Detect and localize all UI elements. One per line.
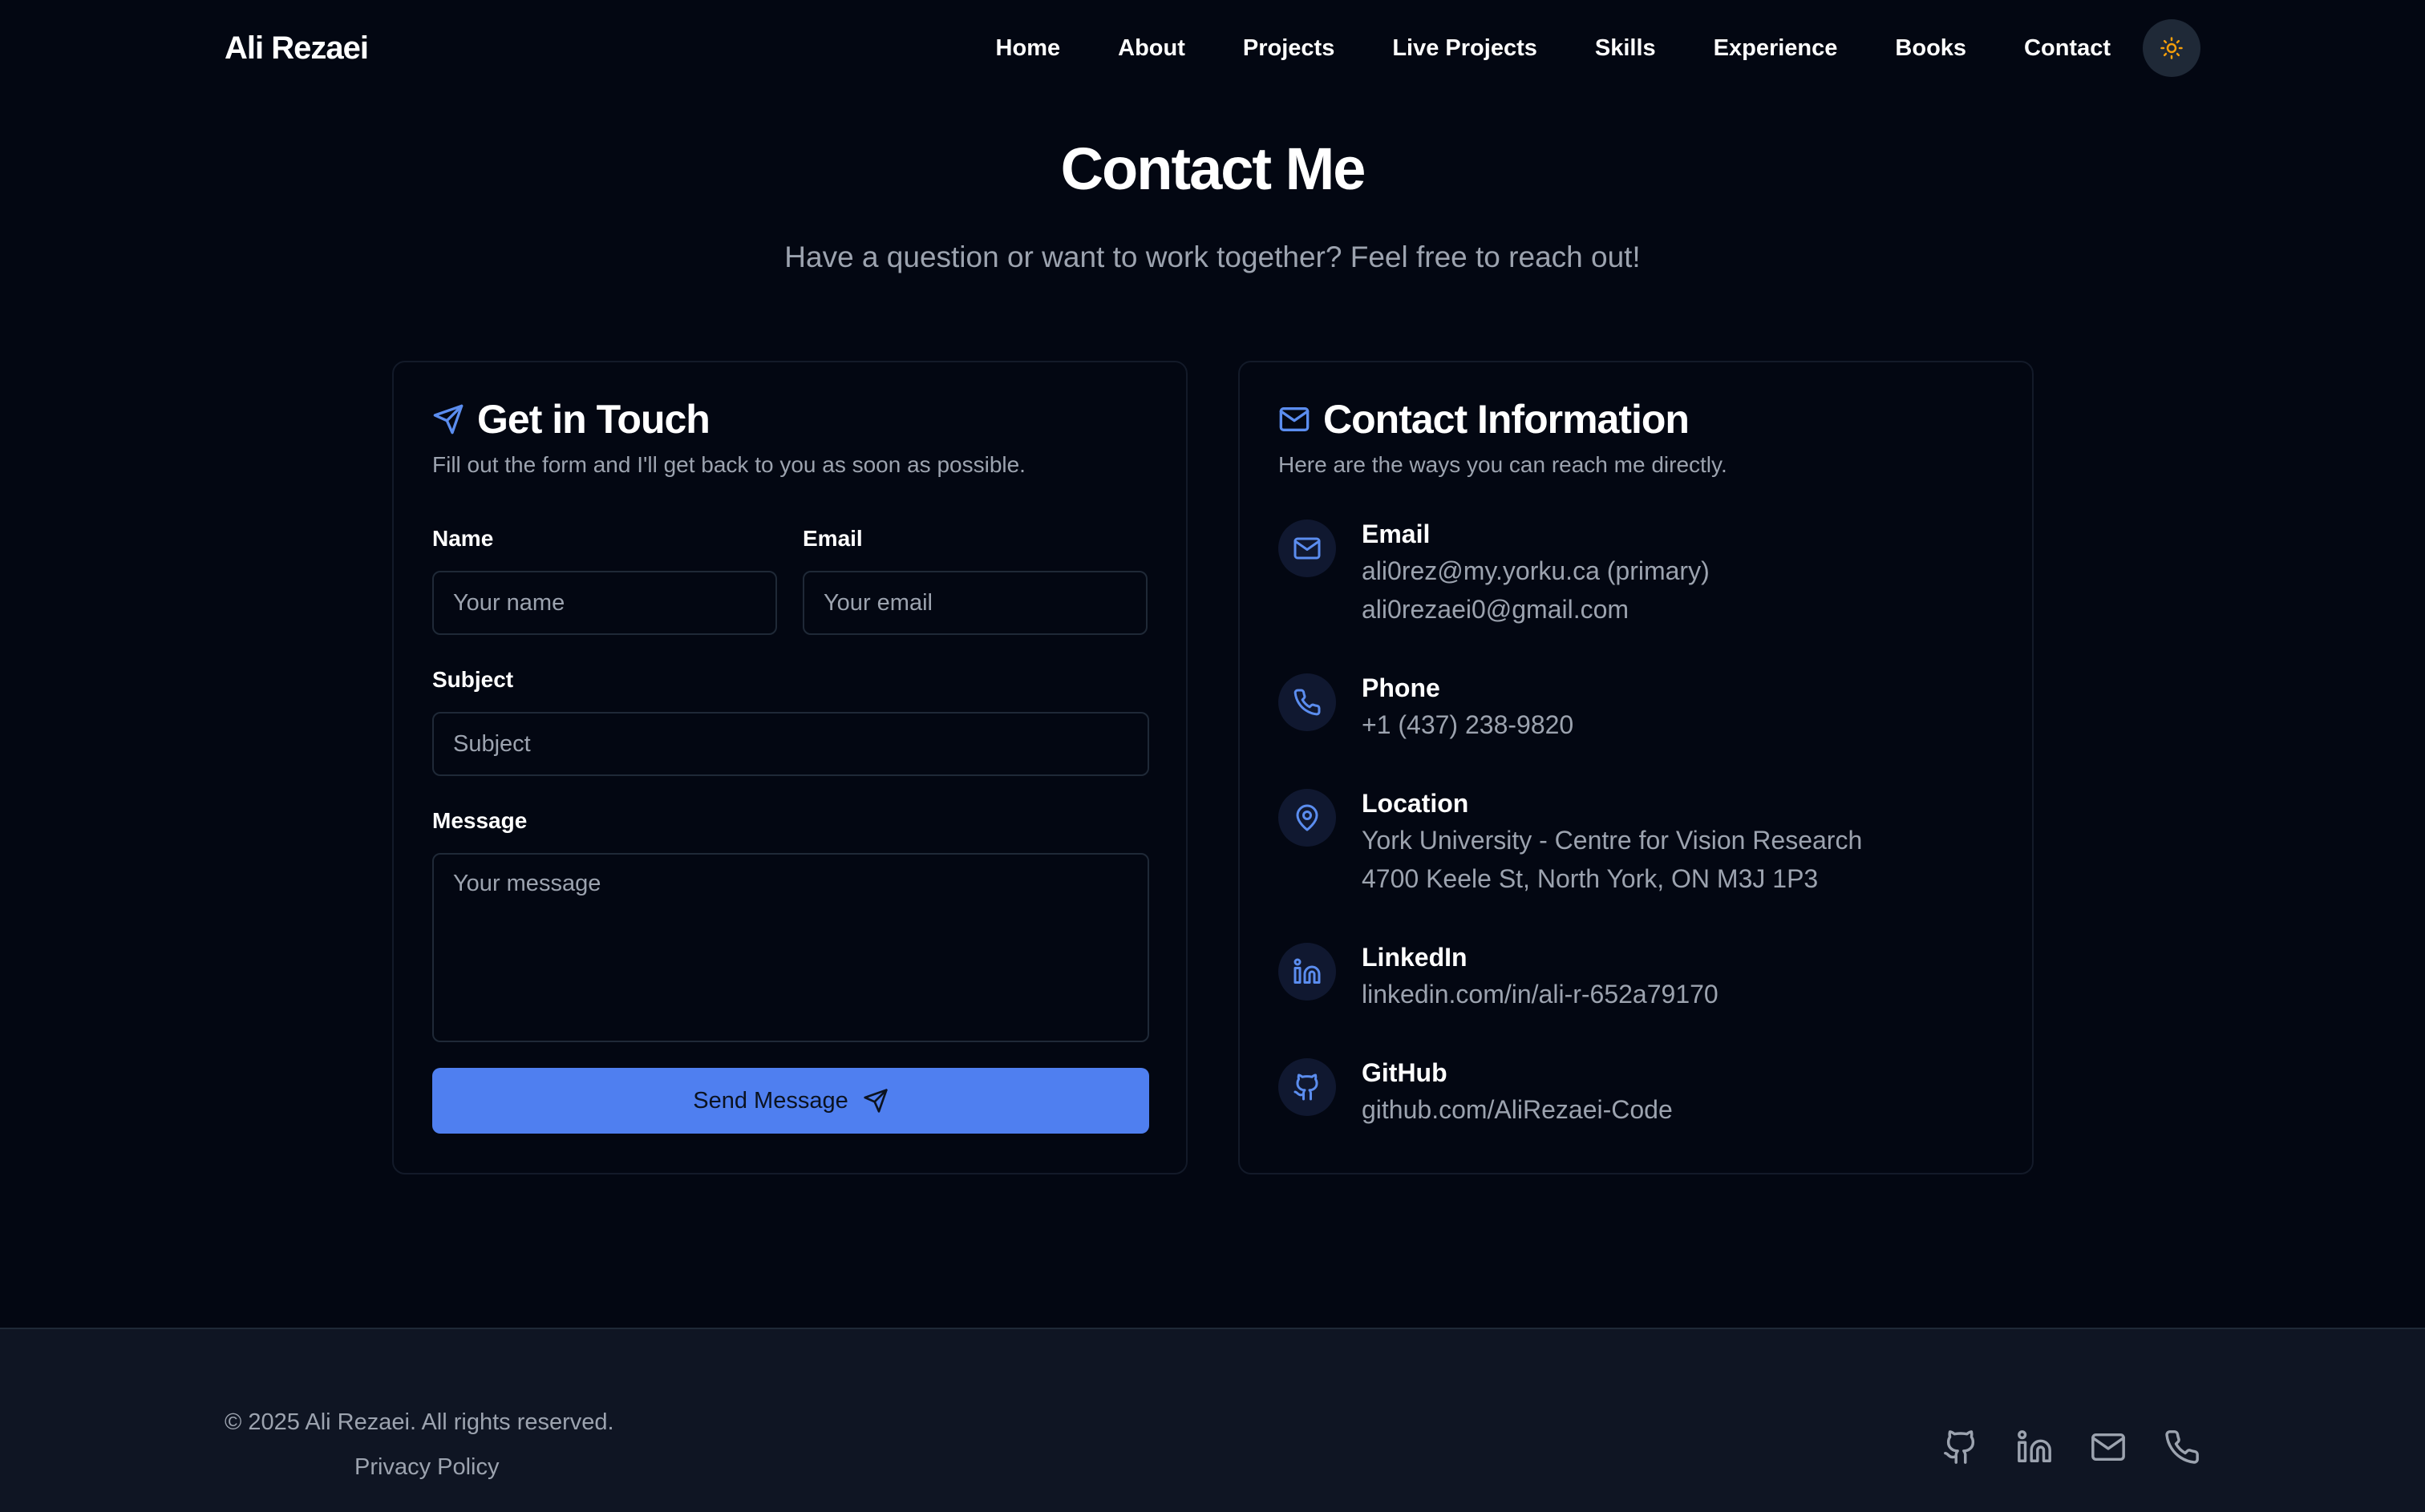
info-email-primary[interactable]: ali0rez@my.yorku.ca (primary): [1362, 552, 1710, 590]
footer-social-links: [1905, 1429, 2200, 1466]
subject-input[interactable]: [432, 712, 1149, 776]
copyright-text: © 2025 Ali Rezaei. All rights reserved.: [225, 1409, 614, 1435]
nav-contact[interactable]: Contact: [2024, 35, 2111, 62]
map-pin-icon: [1278, 789, 1336, 847]
info-location-title: Location: [1362, 789, 1469, 818]
email-input[interactable]: [803, 571, 1148, 635]
form-card-header: Get in Touch: [432, 396, 710, 443]
info-linkedin-title: LinkedIn: [1362, 943, 1468, 972]
nav-experience[interactable]: Experience: [1714, 35, 1838, 62]
github-icon: [1278, 1058, 1336, 1116]
info-item-linkedin: LinkedIn linkedin.com/in/ali-r-652a79170: [1278, 943, 1719, 1013]
main-nav: Home About Projects Live Projects Skills…: [996, 35, 2111, 62]
sun-icon: [2160, 36, 2184, 60]
site-header: Ali Rezaei Home About Projects Live Proj…: [0, 0, 2425, 96]
linkedin-icon[interactable]: [2016, 1429, 2053, 1466]
theme-toggle-button[interactable]: [2143, 19, 2200, 77]
info-phone-title: Phone: [1362, 673, 1440, 702]
contact-page: Ali Rezaei Home About Projects Live Proj…: [0, 0, 2425, 1512]
info-email-secondary[interactable]: ali0rezaei0@gmail.com: [1362, 590, 1710, 629]
info-location-line2: 4700 Keele St, North York, ON M3J 1P3: [1362, 864, 1819, 893]
contact-info-card: Contact Information Here are the ways yo…: [1238, 361, 2034, 1174]
info-card-header: Contact Information: [1278, 396, 1690, 443]
subject-label: Subject: [432, 667, 514, 692]
mail-icon: [1278, 519, 1336, 577]
info-item-email: Email ali0rez@my.yorku.ca (primary) ali0…: [1278, 519, 1710, 629]
github-icon[interactable]: [1942, 1429, 1979, 1466]
send-message-label: Send Message: [693, 1087, 848, 1114]
nav-live-projects[interactable]: Live Projects: [1392, 35, 1537, 62]
send-message-button[interactable]: Send Message: [432, 1068, 1149, 1134]
nav-books[interactable]: Books: [1895, 35, 1966, 62]
info-phone-number[interactable]: +1 (437) 238-9820: [1362, 705, 1573, 744]
info-item-location: Location York University - Centre for Vi…: [1278, 789, 1862, 898]
brand-logo[interactable]: Ali Rezaei: [225, 30, 369, 67]
name-label: Name: [432, 526, 494, 551]
contact-form-card: Get in Touch Fill out the form and I'll …: [392, 361, 1188, 1174]
site-footer: © 2025 Ali Rezaei. All rights reserved. …: [0, 1328, 2425, 1512]
nav-home[interactable]: Home: [996, 35, 1061, 62]
info-card-description: Here are the ways you can reach me direc…: [1278, 452, 1727, 477]
phone-icon: [1278, 673, 1336, 731]
message-label: Message: [432, 808, 528, 833]
linkedin-icon: [1278, 943, 1336, 1001]
info-card-title: Contact Information: [1323, 397, 1690, 442]
send-icon: [432, 403, 464, 435]
message-textarea[interactable]: [432, 853, 1149, 1042]
mail-icon: [1278, 403, 1310, 435]
form-card-title: Get in Touch: [477, 397, 710, 442]
info-item-github: GitHub github.com/AliRezaei-Code: [1278, 1058, 1673, 1129]
mail-icon[interactable]: [2090, 1429, 2127, 1466]
name-input[interactable]: [432, 571, 777, 635]
info-location-line1: York University - Centre for Vision Rese…: [1362, 826, 1863, 855]
nav-projects[interactable]: Projects: [1243, 35, 1334, 62]
email-label: Email: [803, 526, 863, 551]
phone-icon[interactable]: [2164, 1429, 2200, 1466]
info-github-title: GitHub: [1362, 1058, 1447, 1087]
info-email-title: Email: [1362, 519, 1431, 548]
info-github-url[interactable]: github.com/AliRezaei-Code: [1362, 1090, 1673, 1129]
page-title: Contact Me: [1060, 135, 1366, 202]
info-linkedin-url[interactable]: linkedin.com/in/ali-r-652a79170: [1362, 975, 1719, 1013]
info-item-phone: Phone +1 (437) 238-9820: [1278, 673, 1573, 744]
privacy-policy-link[interactable]: Privacy Policy: [354, 1454, 500, 1481]
nav-about[interactable]: About: [1118, 35, 1185, 62]
nav-skills[interactable]: Skills: [1595, 35, 1656, 62]
send-icon: [863, 1088, 889, 1114]
page-subtitle: Have a question or want to work together…: [784, 241, 1641, 273]
form-card-description: Fill out the form and I'll get back to y…: [432, 452, 1026, 477]
